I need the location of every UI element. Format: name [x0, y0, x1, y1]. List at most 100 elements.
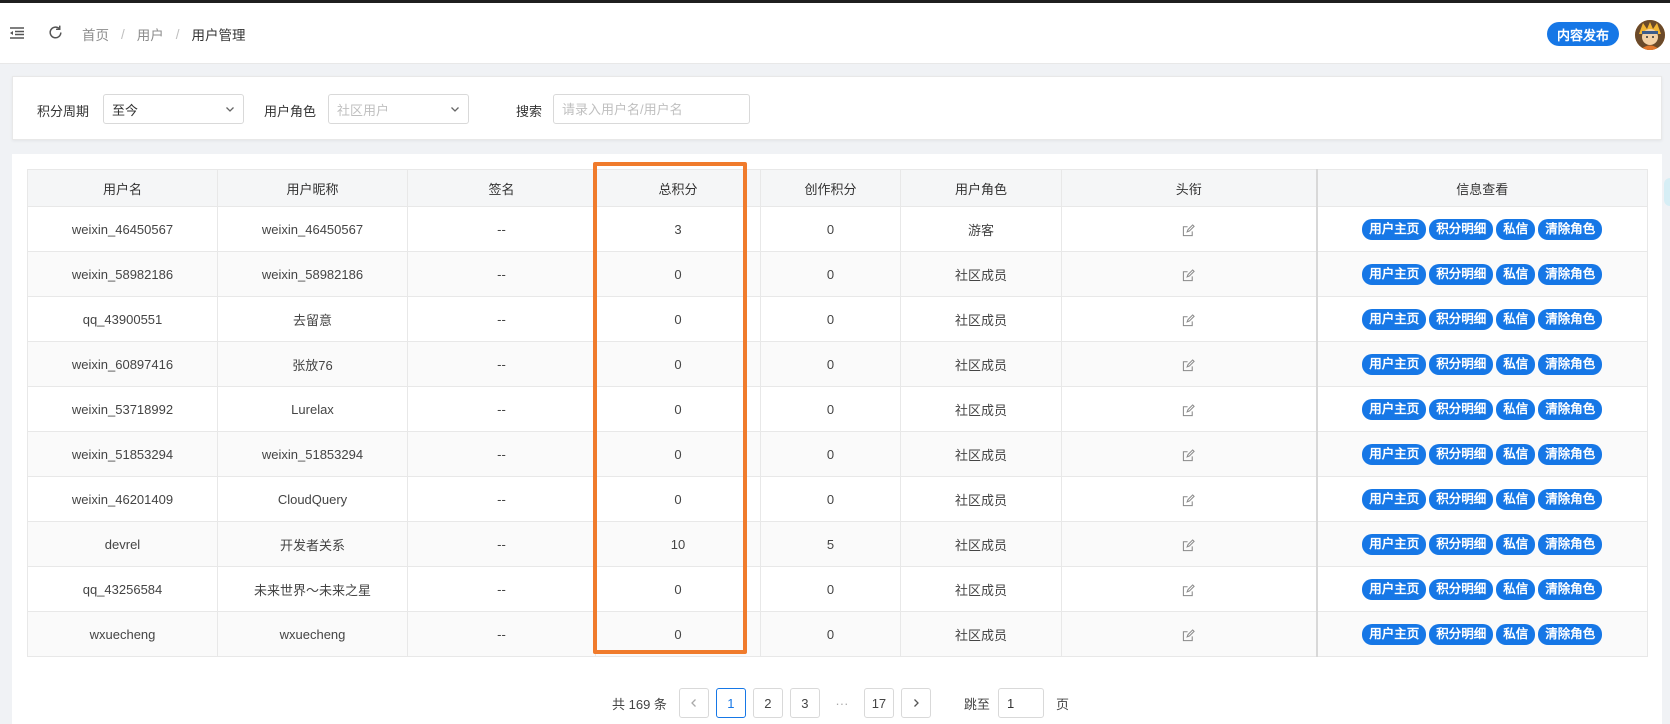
edit-icon[interactable]	[1182, 493, 1196, 507]
table-row: weixin_51853294 weixin_51853294 -- 0 0 社区成员 用户…	[27, 431, 1648, 477]
table-row: wxuecheng wxuecheng -- 0 0 社区成员 用户主页 积分明细 私信 清除角色	[27, 611, 1648, 657]
cell-user-role: 社区成员	[900, 611, 1062, 657]
edit-icon[interactable]	[1182, 403, 1196, 417]
breadcrumb-home[interactable]: 首页	[82, 24, 109, 44]
points-detail-button[interactable]: 积分明细	[1429, 533, 1494, 555]
cell-total-points: 0	[595, 476, 761, 522]
cell-signature: --	[407, 566, 596, 612]
page-button-1[interactable]: 1	[715, 688, 746, 718]
jump-page-input[interactable]: 1	[997, 688, 1044, 718]
column-header-title[interactable]: 头衔	[1061, 169, 1317, 207]
user-homepage-button[interactable]: 用户主页	[1362, 443, 1427, 465]
points-detail-button[interactable]: 积分明细	[1429, 623, 1494, 645]
clear-role-button[interactable]: 清除角色	[1538, 533, 1603, 555]
cell-signature: --	[407, 296, 596, 342]
edit-icon[interactable]	[1182, 268, 1196, 282]
edit-icon[interactable]	[1182, 358, 1196, 372]
private-message-button[interactable]: 私信	[1496, 308, 1536, 330]
clear-role-button[interactable]: 清除角色	[1538, 263, 1603, 285]
prev-page-button[interactable]	[678, 688, 709, 718]
side-floating-handle[interactable]	[1664, 178, 1670, 206]
private-message-button[interactable]: 私信	[1496, 398, 1536, 420]
user-avatar[interactable]	[1635, 20, 1665, 50]
cell-nickname: 张放76	[217, 341, 408, 387]
column-header-nickname[interactable]: 用户昵称	[217, 169, 408, 207]
user-table-panel: 用户名 用户昵称 签名 总积分 创作积分 用户角色 头衔 信息查看 weixin…	[12, 154, 1662, 724]
clear-role-button[interactable]: 清除角色	[1538, 398, 1603, 420]
cell-actions: 用户主页 积分明细 私信 清除角色	[1315, 566, 1648, 612]
page-button-2[interactable]: 2	[752, 688, 783, 718]
pagination-ellipsis[interactable]: ···	[827, 696, 857, 711]
column-header-creation-points[interactable]: 创作积分	[760, 169, 901, 207]
user-homepage-button[interactable]: 用户主页	[1362, 308, 1427, 330]
period-select[interactable]: 至今	[103, 94, 244, 124]
user-homepage-button[interactable]: 用户主页	[1362, 578, 1427, 600]
private-message-button[interactable]: 私信	[1496, 353, 1536, 375]
next-page-button[interactable]	[900, 688, 931, 718]
breadcrumb: 首页 / 用户 / 用户管理	[82, 24, 246, 44]
column-header-signature[interactable]: 签名	[407, 169, 596, 207]
cell-signature: --	[407, 476, 596, 522]
page-button-last[interactable]: 17	[863, 688, 894, 718]
cell-creation-points: 0	[760, 251, 901, 297]
column-header-username[interactable]: 用户名	[27, 169, 218, 207]
private-message-button[interactable]: 私信	[1496, 623, 1536, 645]
clear-role-button[interactable]: 清除角色	[1538, 488, 1603, 510]
role-select[interactable]: 社区用户	[328, 94, 469, 124]
period-select-value: 至今	[112, 102, 139, 118]
clear-role-button[interactable]: 清除角色	[1538, 578, 1603, 600]
refresh-icon[interactable]	[47, 24, 64, 41]
cell-title	[1061, 296, 1317, 342]
column-header-total-points[interactable]: 总积分	[595, 169, 761, 207]
clear-role-button[interactable]: 清除角色	[1538, 353, 1603, 375]
search-input[interactable]	[553, 94, 750, 124]
private-message-button[interactable]: 私信	[1496, 443, 1536, 465]
points-detail-button[interactable]: 积分明细	[1429, 308, 1494, 330]
cell-username: qq_43900551	[27, 296, 218, 342]
private-message-button[interactable]: 私信	[1496, 488, 1536, 510]
clear-role-button[interactable]: 清除角色	[1538, 218, 1603, 240]
edit-icon[interactable]	[1182, 538, 1196, 552]
edit-icon[interactable]	[1182, 223, 1196, 237]
private-message-button[interactable]: 私信	[1496, 578, 1536, 600]
points-detail-button[interactable]: 积分明细	[1429, 398, 1494, 420]
cell-total-points: 0	[595, 566, 761, 612]
points-detail-button[interactable]: 积分明细	[1429, 443, 1494, 465]
user-homepage-button[interactable]: 用户主页	[1362, 353, 1427, 375]
edit-icon[interactable]	[1182, 448, 1196, 462]
column-header-user-role[interactable]: 用户角色	[900, 169, 1062, 207]
edit-icon[interactable]	[1182, 313, 1196, 327]
clear-role-button[interactable]: 清除角色	[1538, 623, 1603, 645]
role-label: 用户角色	[264, 104, 317, 119]
user-homepage-button[interactable]: 用户主页	[1362, 488, 1427, 510]
user-homepage-button[interactable]: 用户主页	[1362, 623, 1427, 645]
user-homepage-button[interactable]: 用户主页	[1362, 263, 1427, 285]
edit-icon[interactable]	[1182, 583, 1196, 597]
publish-content-button[interactable]: 内容发布	[1547, 22, 1620, 46]
cell-title	[1061, 431, 1317, 477]
private-message-button[interactable]: 私信	[1496, 218, 1536, 240]
points-detail-button[interactable]: 积分明细	[1429, 578, 1494, 600]
cell-creation-points: 0	[760, 206, 901, 252]
clear-role-button[interactable]: 清除角色	[1538, 443, 1603, 465]
points-detail-button[interactable]: 积分明细	[1429, 218, 1494, 240]
edit-icon[interactable]	[1182, 628, 1196, 642]
chevron-left-icon	[691, 699, 696, 707]
cell-creation-points: 0	[760, 476, 901, 522]
private-message-button[interactable]: 私信	[1496, 263, 1536, 285]
cell-actions: 用户主页 积分明细 私信 清除角色	[1315, 296, 1648, 342]
points-detail-button[interactable]: 积分明细	[1429, 488, 1494, 510]
page-button-3[interactable]: 3	[789, 688, 820, 718]
private-message-button[interactable]: 私信	[1496, 533, 1536, 555]
cell-actions: 用户主页 积分明细 私信 清除角色	[1315, 521, 1648, 567]
points-detail-button[interactable]: 积分明细	[1429, 353, 1494, 375]
breadcrumb-users[interactable]: 用户	[137, 24, 164, 44]
cell-creation-points: 0	[760, 341, 901, 387]
user-homepage-button[interactable]: 用户主页	[1362, 533, 1427, 555]
user-homepage-button[interactable]: 用户主页	[1362, 218, 1427, 240]
points-detail-button[interactable]: 积分明细	[1429, 263, 1494, 285]
cell-username: weixin_53718992	[27, 386, 218, 432]
user-homepage-button[interactable]: 用户主页	[1362, 398, 1427, 420]
menu-fold-icon[interactable]	[9, 25, 25, 41]
clear-role-button[interactable]: 清除角色	[1538, 308, 1603, 330]
